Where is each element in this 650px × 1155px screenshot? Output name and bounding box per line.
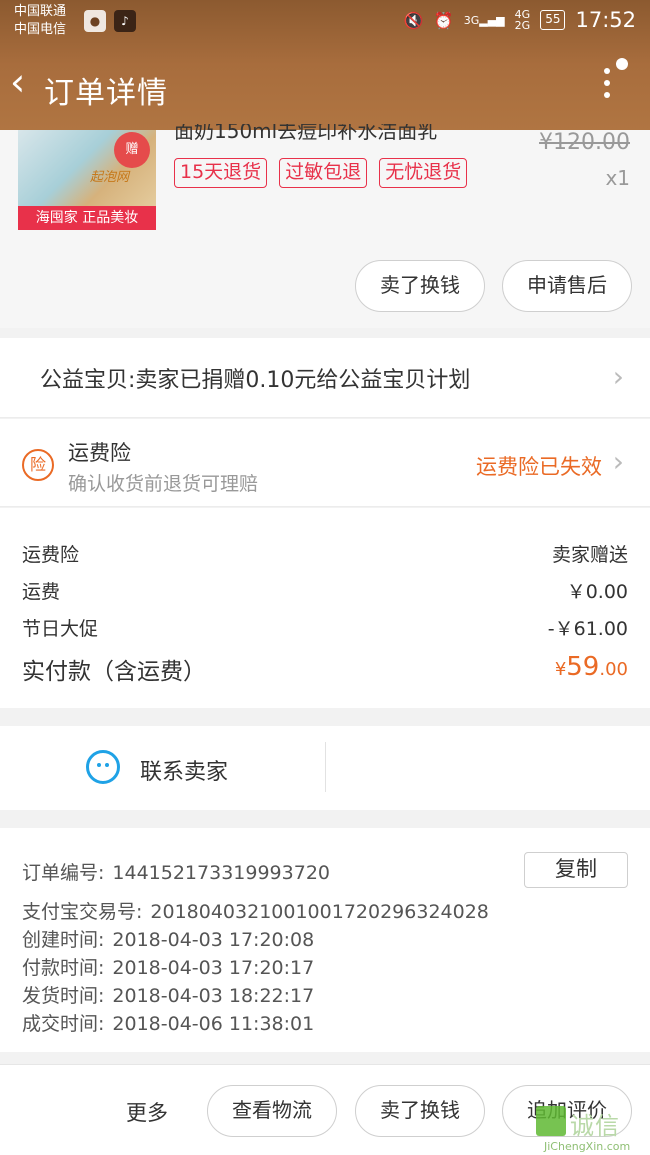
fee-row-insurance: 运费险 卖家赠送 <box>22 540 628 570</box>
fee-label: 运费 <box>22 581 61 603</box>
nav-header: ‹ 订单详情 <box>0 44 650 130</box>
fee-value: -￥61.00 <box>547 618 628 640</box>
total-label: 实付款（含运费） <box>22 659 206 685</box>
fee-row-shipping: 运费 ￥0.00 <box>22 577 628 607</box>
completed-label: 成交时间: <box>22 1013 105 1035</box>
more-menu-icon[interactable] <box>604 68 614 98</box>
product-card[interactable]: 赠 起泡网 海囤家 正品美妆 面奶150ml去痘印补水洁面乳 15天退货 过敏包… <box>0 124 650 328</box>
carrier-1: 中国联通 <box>14 4 67 19</box>
after-sale-button[interactable]: 申请售后 <box>502 260 632 312</box>
product-name[interactable]: 面奶150ml去痘印补水洁面乳 <box>174 124 514 144</box>
fee-value: 卖家赠送 <box>551 544 628 566</box>
fee-label: 节日大促 <box>22 618 99 640</box>
notification-icons: ● ♪ <box>84 10 136 32</box>
battery-icon: 55 <box>540 10 566 30</box>
order-info: 订单编号: 144152173319993720 复制 支付宝交易号: 201804… <box>0 828 650 1052</box>
chat-face-icon[interactable] <box>86 750 120 784</box>
total-paid-row: 实付款（含运费） ¥59.00 <box>22 652 628 688</box>
contact-row: 联系卖家 <box>0 726 650 810</box>
back-arrow-icon[interactable]: ‹ <box>10 62 25 102</box>
total-integer: 59 <box>566 652 600 682</box>
paid-label: 付款时间: <box>22 957 105 979</box>
view-logistics-button[interactable]: 查看物流 <box>207 1085 337 1137</box>
created-row: 创建时间: 2018-04-03 17:20:08 <box>22 925 314 952</box>
charity-row[interactable]: 公益宝贝:卖家已捐赠0.10元给公益宝贝计划 › <box>0 338 650 418</box>
service-tags: 15天退货 过敏包退 无忧退货 <box>174 158 468 188</box>
original-price: ¥120.00 <box>539 130 630 155</box>
alarm-icon: ⏰ <box>433 10 454 30</box>
signal-3-label: 2G <box>514 19 531 32</box>
notification-dot <box>616 58 628 70</box>
shipped-row: 发货时间: 2018-04-03 18:22:17 <box>22 981 314 1008</box>
thumb-brand-text: 起泡网 <box>90 170 130 185</box>
divider <box>325 742 326 792</box>
total-amount: ¥59.00 <box>555 652 628 682</box>
shipped-label: 发货时间: <box>22 985 105 1007</box>
tag-worry-free-return: 无忧退货 <box>379 158 468 188</box>
copy-button[interactable]: 复制 <box>524 852 628 888</box>
shipping-insurance-row[interactable]: 险 运费险 确认收货前退货可理赔 运费险已失效 › <box>0 419 650 507</box>
status-bar: 中国联通 中国电信 ● ♪ 🔇 ⏰ 3G▂▄▆ 4G 2G 55 17:52 <box>0 0 650 44</box>
insurance-status: 运费险已失效 <box>476 455 602 479</box>
total-decimal: .00 <box>599 659 628 680</box>
watermark-cn: 诚信 <box>570 1112 620 1140</box>
carrier-2: 中国电信 <box>14 22 67 37</box>
completed-row: 成交时间: 2018-04-06 11:38:01 <box>22 1009 314 1036</box>
gift-badge: 赠 <box>114 132 150 168</box>
order-number-row: 订单编号: 144152173319993720 <box>22 858 330 885</box>
chevron-right-icon: › <box>612 360 624 393</box>
total-currency: ¥ <box>554 659 567 680</box>
completed-time: 2018-04-06 11:38:01 <box>112 1013 315 1035</box>
shipped-time: 2018-04-03 18:22:17 <box>112 985 315 1007</box>
fee-value: ￥0.00 <box>566 581 628 603</box>
more-button[interactable]: 更多 <box>126 1097 168 1127</box>
clock: 17:52 <box>575 8 636 32</box>
watermark-logo-icon <box>536 1106 566 1136</box>
chevron-right-icon: › <box>612 445 624 478</box>
thumb-strip: 海囤家 正品美妆 <box>18 206 156 230</box>
site-watermark: 诚信 JiChengXin.com <box>530 1104 650 1155</box>
signal-icon-1: 3G▂▄▆ <box>463 13 505 27</box>
carrier-info: 中国联通 中国电信 <box>14 3 66 39</box>
tag-15-day-return: 15天退货 <box>174 158 268 188</box>
contact-seller-button[interactable]: 联系卖家 <box>140 754 228 786</box>
page-title: 订单详情 <box>44 76 168 111</box>
alipay-number: 2018040321001001720296324028 <box>150 901 489 923</box>
mute-icon: 🔇 <box>403 10 424 30</box>
paid-time: 2018-04-03 17:20:17 <box>112 957 315 979</box>
signal-icon-2: 4G 2G <box>515 9 531 31</box>
order-number-label: 订单编号: <box>22 862 105 884</box>
status-right: 🔇 ⏰ 3G▂▄▆ 4G 2G 55 17:52 <box>404 8 636 32</box>
alipay-label: 支付宝交易号: <box>22 901 143 923</box>
fee-label: 运费险 <box>22 544 80 566</box>
quantity: x1 <box>605 166 630 190</box>
tiktok-icon: ♪ <box>114 10 136 32</box>
signal-1-label: 3G <box>463 13 480 27</box>
created-label: 创建时间: <box>22 929 105 951</box>
alipay-row: 支付宝交易号: 2018040321001001720296324028 <box>22 897 489 924</box>
app-header: 中国联通 中国电信 ● ♪ 🔇 ⏰ 3G▂▄▆ 4G 2G 55 17:52 ‹ … <box>0 0 650 130</box>
sell-button[interactable]: 卖了换钱 <box>355 260 485 312</box>
tag-allergy-return: 过敏包退 <box>279 158 368 188</box>
charity-text: 公益宝贝:卖家已捐赠0.10元给公益宝贝计划 <box>40 368 471 393</box>
watermark-en: JiChengXin.com <box>544 1140 631 1153</box>
insurance-icon: 险 <box>22 449 54 481</box>
insurance-title: 运费险 <box>68 441 131 465</box>
message-icon: ● <box>84 10 106 32</box>
created-time: 2018-04-03 17:20:08 <box>112 929 315 951</box>
paid-row: 付款时间: 2018-04-03 17:20:17 <box>22 953 314 980</box>
sell-again-button[interactable]: 卖了换钱 <box>355 1085 485 1137</box>
insurance-subtitle: 确认收货前退货可理赔 <box>68 473 259 495</box>
fee-row-promotion: 节日大促 -￥61.00 <box>22 614 628 644</box>
order-number: 144152173319993720 <box>112 862 330 884</box>
fee-summary: 运费险 卖家赠送 运费 ￥0.00 节日大促 -￥61.00 实付款（含运费） … <box>0 508 650 708</box>
